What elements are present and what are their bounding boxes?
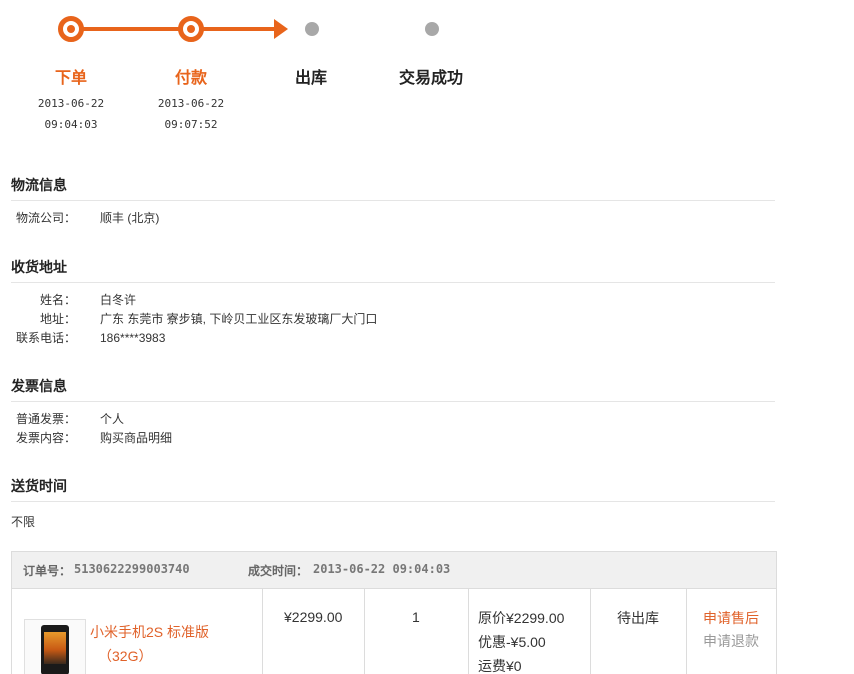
phone-image-icon	[41, 625, 69, 674]
order-progress-tracker: 下单 付款 出库 交易成功 2013-06-22 09:04:03 2013-0…	[0, 0, 520, 140]
order-table: 订单号： 5130622299003740 成交时间： 2013-06-22 0…	[11, 551, 777, 674]
order-number-label: 订单号：	[23, 564, 72, 578]
divider	[11, 501, 775, 502]
product-spec: （32G）	[98, 648, 153, 664]
invoice-type-label: 普通发票：	[15, 412, 76, 426]
address-detail-row: 地址： 广东 东莞市 寮步镇, 下岭贝工业区东发玻璃厂大门口	[0, 310, 760, 329]
shipping-fee: 运费¥0	[478, 658, 522, 674]
order-number-value: 5130622299003740	[74, 562, 190, 576]
apply-refund-link[interactable]: 申请退款	[703, 631, 759, 651]
address-name-value: 白冬许	[100, 293, 137, 307]
original-price: 原价¥2299.00	[478, 610, 565, 626]
section-title-delivery: 送货时间	[11, 478, 67, 494]
column-divider	[468, 589, 469, 674]
invoice-content-row: 发票内容： 购买商品明细	[0, 429, 760, 448]
divider	[11, 200, 775, 201]
product-name-link[interactable]: 小米手机2S 标准版	[90, 622, 209, 642]
step-label-completed: 交易成功	[398, 70, 463, 87]
address-detail-value: 广东 东莞市 寮步镇, 下岭贝工业区东发玻璃厂大门口	[100, 312, 378, 326]
order-header: 订单号： 5130622299003740 成交时间： 2013-06-22 0…	[12, 552, 776, 589]
logistics-company-value: 顺丰 (北京)	[100, 211, 160, 225]
delivery-time-value: 不限	[11, 515, 36, 529]
step-node-shipped	[305, 22, 319, 36]
step-node-completed	[425, 22, 439, 36]
column-divider	[686, 589, 687, 674]
progress-arrow-icon	[274, 19, 288, 39]
logistics-company-label: 物流公司：	[15, 211, 76, 225]
address-phone-label: 联系电话：	[15, 331, 76, 345]
step-label-ordered: 下单	[54, 70, 87, 87]
apply-after-sale-link[interactable]: 申请售后	[703, 608, 759, 628]
progress-line-done	[72, 27, 190, 31]
address-name-row: 姓名： 白冬许	[0, 291, 760, 310]
address-phone-row: 联系电话： 186****3983	[0, 329, 760, 348]
section-title-invoice: 发票信息	[11, 378, 67, 394]
column-divider	[364, 589, 365, 674]
product-thumbnail[interactable]	[24, 619, 86, 674]
invoice-type-value: 个人	[100, 412, 125, 426]
logistics-company-row: 物流公司： 顺丰 (北京)	[0, 209, 760, 228]
order-time-label: 成交时间：	[248, 564, 309, 578]
step-date-paid: 2013-06-22	[157, 97, 225, 110]
column-divider	[262, 589, 263, 674]
address-name-label: 姓名：	[39, 293, 76, 307]
invoice-type-row: 普通发票： 个人	[0, 410, 760, 429]
address-detail-label: 地址：	[39, 312, 76, 326]
section-title-address: 收货地址	[11, 259, 67, 275]
section-title-logistics: 物流信息	[11, 177, 67, 193]
step-time-paid: 09:07:52	[164, 118, 218, 131]
step-node-paid	[178, 16, 204, 42]
step-date-ordered: 2013-06-22	[37, 97, 105, 110]
column-divider	[590, 589, 591, 674]
order-time-value: 2013-06-22 09:04:03	[313, 562, 451, 576]
product-quantity: 1	[412, 609, 420, 625]
divider	[11, 282, 775, 283]
progress-line-active	[192, 27, 278, 31]
address-phone-value: 186****3983	[100, 331, 166, 345]
step-label-paid: 付款	[174, 70, 207, 87]
divider	[11, 401, 775, 402]
discount-amount: 优惠-¥5.00	[478, 634, 546, 650]
invoice-content-value: 购买商品明细	[100, 431, 173, 445]
step-label-shipped: 出库	[294, 70, 327, 87]
step-node-ordered	[58, 16, 84, 42]
step-time-ordered: 09:04:03	[44, 118, 98, 131]
invoice-content-label: 发票内容：	[15, 431, 76, 445]
order-status: 待出库	[617, 610, 659, 626]
product-price: ¥2299.00	[284, 609, 343, 625]
